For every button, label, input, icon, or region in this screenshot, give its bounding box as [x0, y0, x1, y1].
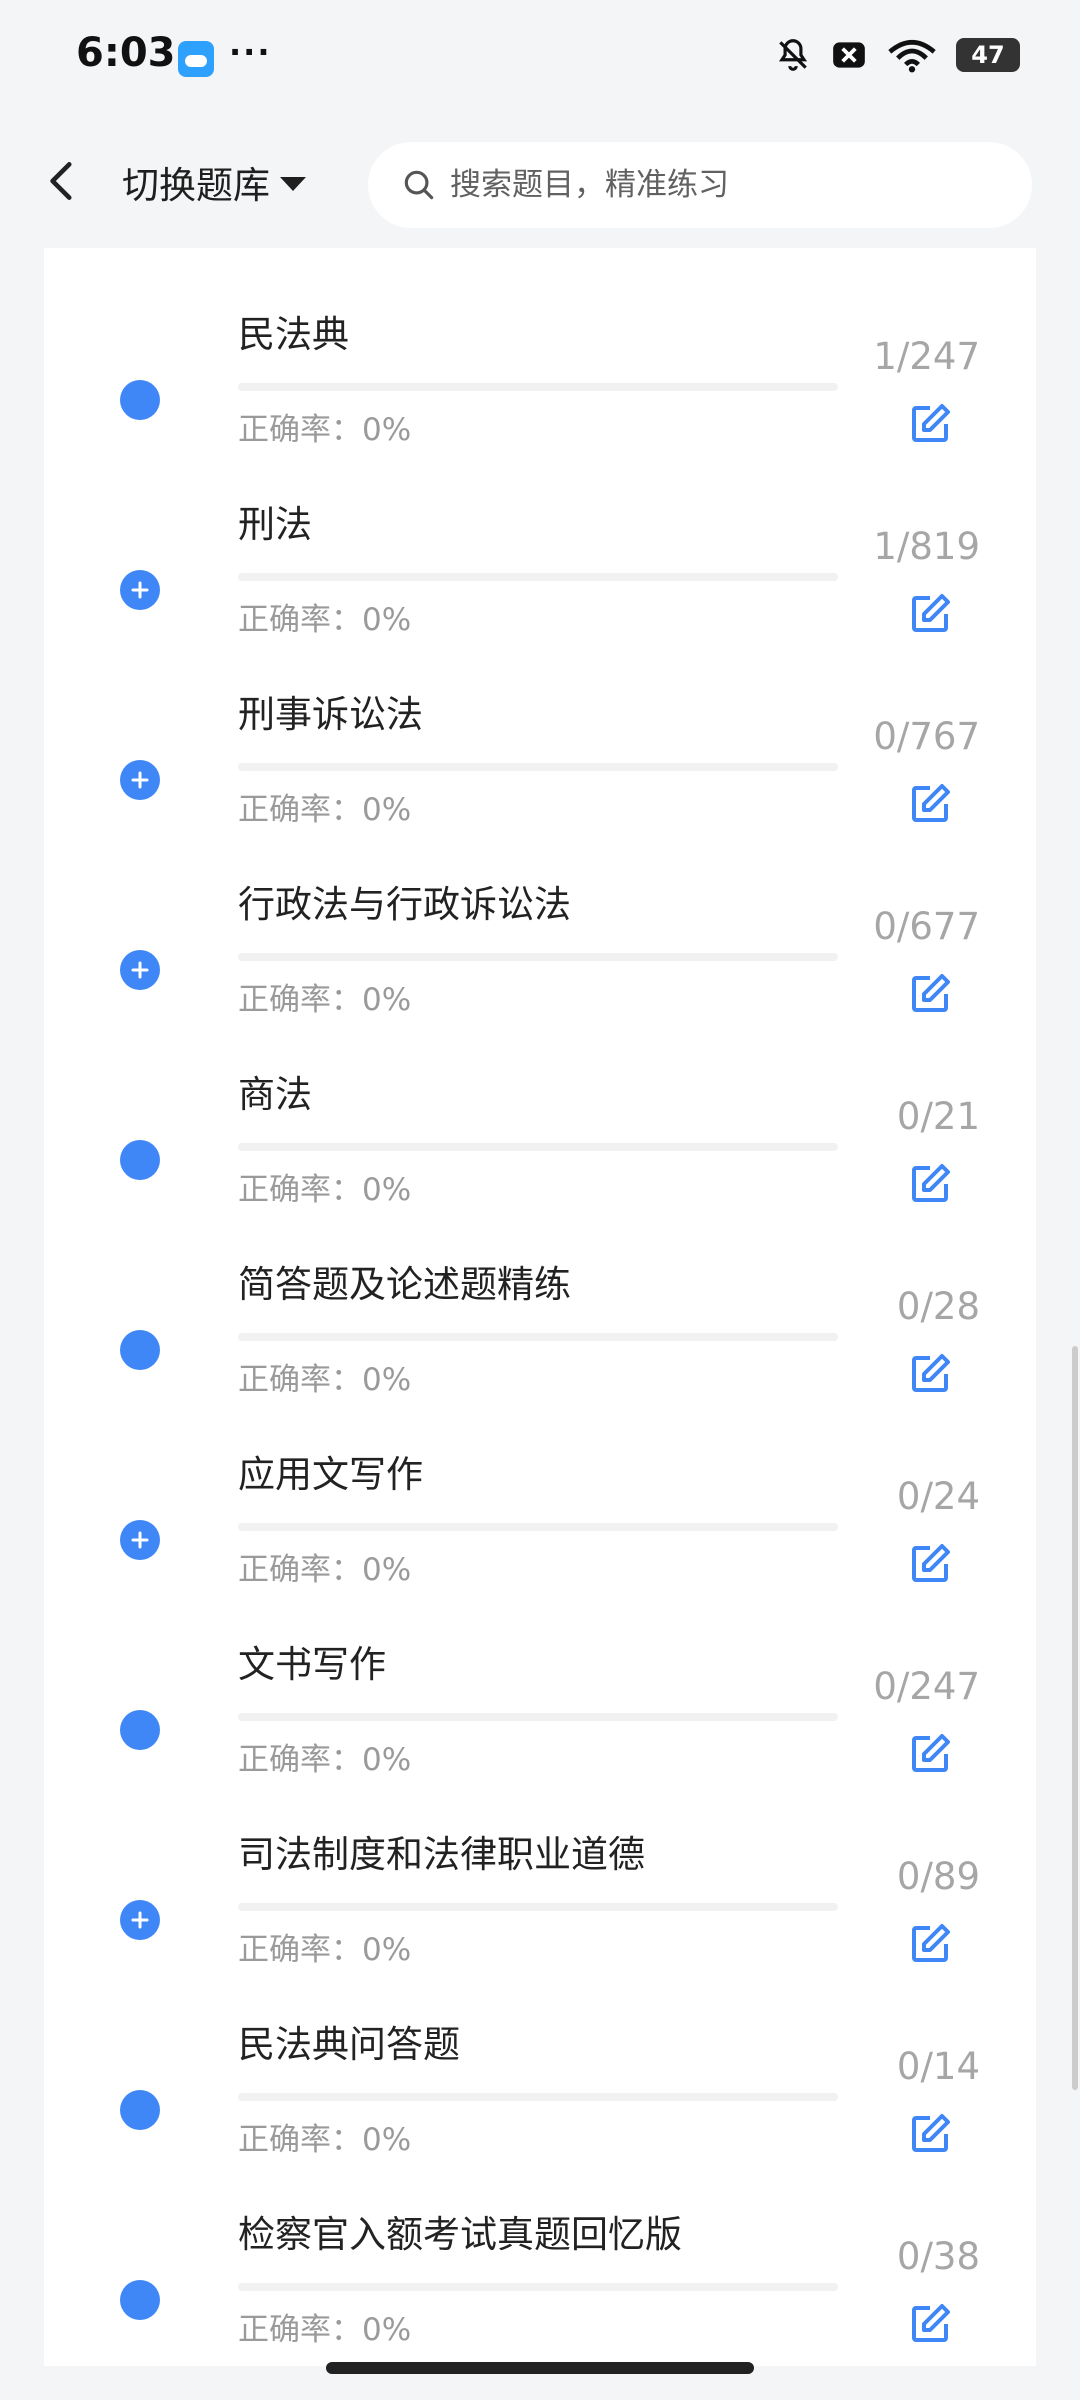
status-dot-icon	[120, 2090, 160, 2130]
progress-count: 0/767	[873, 715, 980, 758]
progress-bar	[238, 383, 838, 391]
item-title: 文书写作	[238, 1643, 386, 1686]
list-item[interactable]: 民法典 正确率：0% 1/247	[44, 312, 1036, 502]
progress-count: 1/819	[873, 525, 980, 568]
item-title: 商法	[238, 1073, 312, 1116]
practice-edit-icon[interactable]	[906, 780, 954, 828]
progress-count: 0/38	[896, 2235, 980, 2278]
accuracy-text: 正确率：0%	[238, 1362, 412, 1398]
accuracy-text: 正确率：0%	[238, 1742, 412, 1778]
item-title: 民法典	[238, 313, 349, 356]
progress-count: 0/28	[896, 1285, 980, 1328]
search-input[interactable]	[448, 166, 1012, 204]
scrollbar[interactable]	[1072, 1346, 1078, 2090]
wifi-icon	[888, 39, 936, 73]
accuracy-text: 正确率：0%	[238, 1932, 412, 1968]
status-icons: 47	[774, 36, 1020, 74]
progress-count: 0/14	[896, 2045, 980, 2088]
progress-bar	[238, 1143, 838, 1151]
mute-bell-icon	[778, 39, 808, 71]
weather-icon	[178, 41, 214, 77]
top-nav: 切换题库	[0, 120, 1080, 248]
battery-indicator: 47	[956, 38, 1020, 72]
list-item[interactable]: 行政法与行政诉讼法 正确率：0% 0/677	[44, 882, 1036, 1072]
practice-edit-icon[interactable]	[906, 970, 954, 1018]
switch-question-bank-button[interactable]: 切换题库	[122, 156, 306, 208]
list-item[interactable]: 司法制度和法律职业道德 正确率：0% 0/89	[44, 1832, 1036, 2022]
progress-count: 0/677	[873, 905, 980, 948]
progress-bar	[238, 2283, 838, 2291]
item-title: 检察官入额考试真题回忆版	[238, 2213, 682, 2256]
status-dot-icon	[120, 1710, 160, 1750]
list-item[interactable]: 刑法 正确率：0% 1/819	[44, 502, 1036, 692]
item-title: 行政法与行政诉讼法	[238, 883, 571, 926]
progress-count: 0/89	[896, 1855, 980, 1898]
item-title: 刑法	[238, 503, 312, 546]
progress-count: 0/21	[896, 1095, 980, 1138]
accuracy-text: 正确率：0%	[238, 792, 412, 828]
list-item[interactable]: 检察官入额考试真题回忆版 正确率：0% 0/38	[44, 2212, 1036, 2366]
expand-plus-icon[interactable]	[120, 570, 160, 610]
practice-edit-icon[interactable]	[906, 1350, 954, 1398]
expand-plus-icon[interactable]	[120, 1900, 160, 1940]
item-title: 民法典问答题	[238, 2023, 460, 2066]
home-indicator[interactable]	[326, 2362, 754, 2374]
progress-bar	[238, 2093, 838, 2101]
item-title: 司法制度和法律职业道德	[238, 1833, 645, 1876]
accuracy-text: 正确率：0%	[238, 2122, 412, 2158]
status-time: 6:03	[76, 30, 176, 76]
accuracy-text: 正确率：0%	[238, 1552, 412, 1588]
progress-count: 1/247	[873, 335, 980, 378]
practice-edit-icon[interactable]	[906, 400, 954, 448]
switch-question-bank-label: 切换题库	[122, 164, 270, 207]
status-bar: 6:03 ··· 47	[0, 0, 1080, 120]
practice-edit-icon[interactable]	[906, 2110, 954, 2158]
close-badge-icon	[833, 42, 865, 68]
progress-bar	[238, 1713, 838, 1721]
search-bar[interactable]	[368, 142, 1032, 228]
progress-count: 0/24	[896, 1475, 980, 1518]
progress-count: 0/247	[873, 1665, 980, 1708]
status-dot-icon	[120, 380, 160, 420]
list-item[interactable]: 简答题及论述题精练 正确率：0% 0/28	[44, 1262, 1036, 1452]
expand-plus-icon[interactable]	[120, 950, 160, 990]
progress-bar	[238, 573, 838, 581]
list-item[interactable]: 商法 正确率：0% 0/21	[44, 1072, 1036, 1262]
practice-edit-icon[interactable]	[906, 1920, 954, 1968]
list-item[interactable]: 应用文写作 正确率：0% 0/24	[44, 1452, 1036, 1642]
list-item[interactable]: 民法典问答题 正确率：0% 0/14	[44, 2022, 1036, 2212]
progress-bar	[238, 1903, 838, 1911]
expand-plus-icon[interactable]	[120, 1520, 160, 1560]
accuracy-text: 正确率：0%	[238, 982, 412, 1018]
status-dot-icon	[120, 1330, 160, 1370]
progress-bar	[238, 1333, 838, 1341]
practice-edit-icon[interactable]	[906, 590, 954, 638]
accuracy-text: 正确率：0%	[238, 602, 412, 638]
list-item[interactable]: 刑事诉讼法 正确率：0% 0/767	[44, 692, 1036, 882]
progress-bar	[238, 763, 838, 771]
question-bank-list: 民法典 正确率：0% 1/247 刑法 正确率：0% 1/819 刑事诉讼法 正…	[44, 210, 1036, 2366]
list-item[interactable]: 文书写作 正确率：0% 0/247	[44, 1642, 1036, 1832]
search-icon	[404, 170, 434, 200]
progress-bar	[238, 1523, 838, 1531]
more-notifications-icon: ···	[229, 33, 272, 71]
accuracy-text: 正确率：0%	[238, 412, 412, 448]
expand-plus-icon[interactable]	[120, 760, 160, 800]
accuracy-text: 正确率：0%	[238, 2312, 412, 2348]
practice-edit-icon[interactable]	[906, 1730, 954, 1778]
item-title: 刑事诉讼法	[238, 693, 423, 736]
caret-down-icon	[280, 177, 306, 191]
item-title: 应用文写作	[238, 1453, 423, 1496]
practice-edit-icon[interactable]	[906, 2300, 954, 2348]
back-arrow-icon[interactable]	[38, 156, 88, 206]
progress-bar	[238, 953, 838, 961]
practice-edit-icon[interactable]	[906, 1160, 954, 1208]
status-dot-icon	[120, 1140, 160, 1180]
item-title: 简答题及论述题精练	[238, 1263, 571, 1306]
accuracy-text: 正确率：0%	[238, 1172, 412, 1208]
practice-edit-icon[interactable]	[906, 1540, 954, 1588]
status-dot-icon	[120, 2280, 160, 2320]
